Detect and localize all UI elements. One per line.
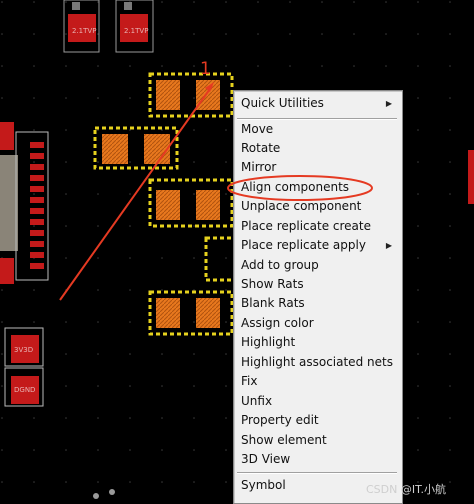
menu-item-label: Unfix xyxy=(241,394,273,408)
right-edge-part[interactable] xyxy=(468,150,474,204)
menu-item-place-replicate-apply[interactable]: Place replicate apply ▶ xyxy=(234,236,400,255)
menu-item-highlight[interactable]: Highlight xyxy=(234,333,400,352)
menu-item-label: Blank Rats xyxy=(241,296,305,310)
menu-item-label: Rotate xyxy=(241,141,281,155)
component-label-dgnd: DGND xyxy=(14,386,35,394)
watermark: CSDN @IT.小航 xyxy=(366,483,447,496)
menu-separator xyxy=(237,472,397,474)
menu-item-show-element[interactable]: Show element xyxy=(234,431,400,450)
menu-item-label: Place replicate apply xyxy=(241,238,366,252)
menu-item-label: Highlight xyxy=(241,335,296,349)
component-label-top-right: 2.1TVP xyxy=(124,27,148,35)
submenu-arrow-icon: ▶ xyxy=(385,241,392,250)
menu-item-label: Show element xyxy=(241,433,327,447)
menu-item-highlight-associated-nets[interactable]: Highlight associated nets xyxy=(234,353,400,372)
menu-item-add-to-group[interactable]: Add to group xyxy=(234,256,400,275)
menu-item-move[interactable]: Move xyxy=(234,120,400,139)
menu-item-quick-utilities[interactable]: Quick Utilities ▶ xyxy=(234,94,400,113)
component-label-top-left: 2.1TVP xyxy=(72,27,96,35)
annotation-ellipse xyxy=(227,175,373,201)
menu-item-label: Quick Utilities xyxy=(241,96,324,110)
component-label-3v3d: 3V3D xyxy=(14,346,33,354)
menu-item-label: Highlight associated nets xyxy=(241,355,393,369)
menu-item-label: Fix xyxy=(241,374,258,388)
menu-item-label: Show Rats xyxy=(241,277,304,291)
menu-item-label: Assign color xyxy=(241,316,314,330)
menu-item-label: Property edit xyxy=(241,413,319,427)
menu-item-show-rats[interactable]: Show Rats xyxy=(234,275,400,294)
menu-item-label: Place replicate create xyxy=(241,219,372,233)
menu-item-label: Symbol xyxy=(241,478,286,492)
menu-item-rotate[interactable]: Rotate xyxy=(234,139,400,158)
menu-item-property-edit[interactable]: Property edit xyxy=(234,411,400,430)
context-menu: Quick Utilities ▶ Move Rotate Mirror Ali… xyxy=(233,90,403,504)
annotation-number-1: 1 xyxy=(200,59,211,79)
menu-item-place-replicate-create[interactable]: Place replicate create xyxy=(234,217,400,236)
menu-item-assign-color[interactable]: Assign color xyxy=(234,314,400,333)
menu-item-blank-rats[interactable]: Blank Rats xyxy=(234,294,400,313)
menu-item-label: Move xyxy=(241,122,274,136)
menu-item-fix[interactable]: Fix xyxy=(234,372,400,391)
menu-item-unfix[interactable]: Unfix xyxy=(234,392,400,411)
menu-item-label: 3D View xyxy=(241,452,291,466)
menu-item-label: Add to group xyxy=(241,258,319,272)
submenu-arrow-icon: ▶ xyxy=(385,99,392,108)
menu-item-3d-view[interactable]: 3D View xyxy=(234,450,400,469)
